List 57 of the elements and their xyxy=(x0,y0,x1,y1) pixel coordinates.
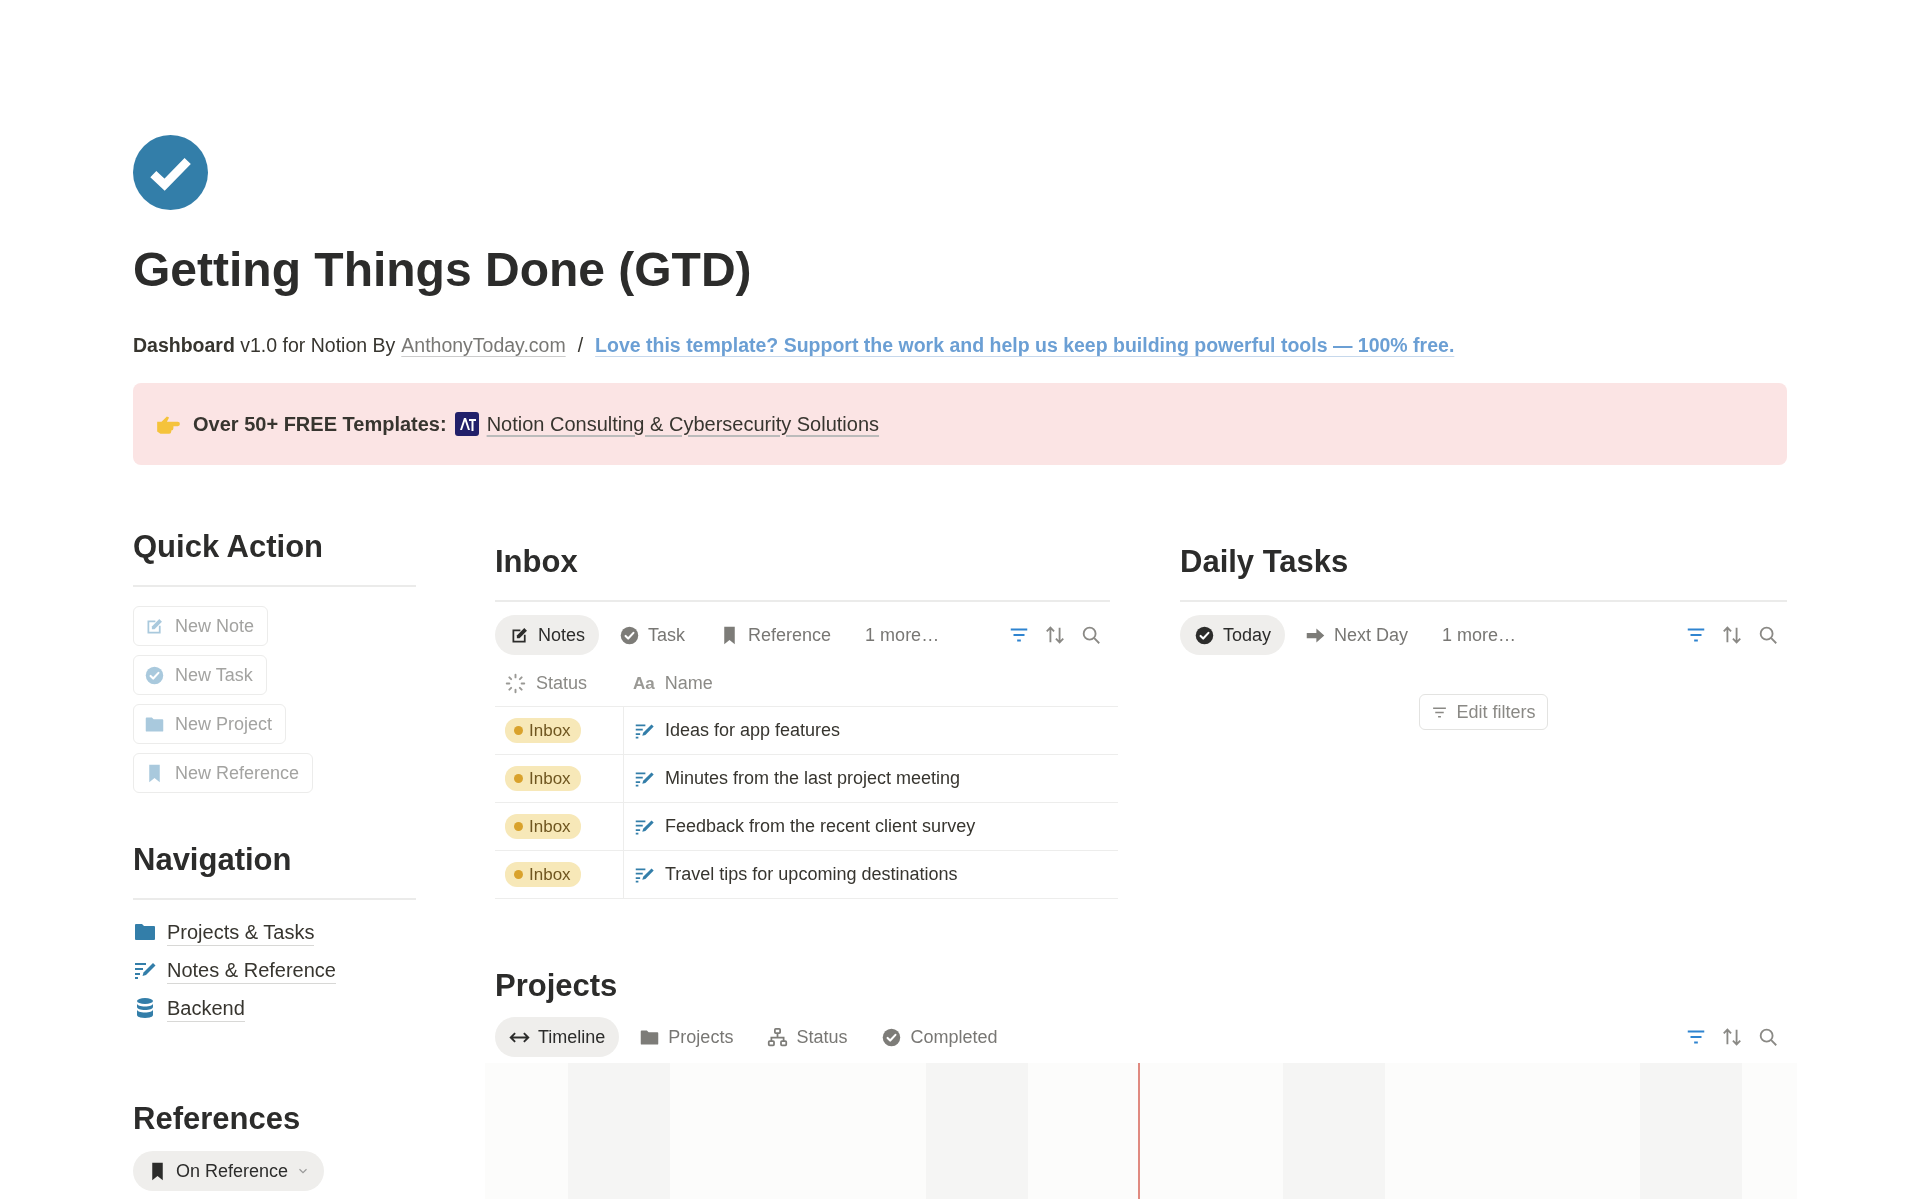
check-circle-icon xyxy=(144,664,165,686)
edit-filters-button[interactable]: Edit filters xyxy=(1419,694,1548,730)
more-views-button[interactable]: 1 more… xyxy=(851,615,954,655)
view-dropdown[interactable]: On Reference xyxy=(133,1151,325,1191)
status-tag: Inbox xyxy=(505,766,581,791)
sort-icon[interactable] xyxy=(1044,624,1066,646)
view-tab[interactable]: Completed xyxy=(867,1017,1012,1057)
support-link[interactable]: Love this template? Support the work and help us keep building powerful tools — 100% free. xyxy=(595,331,1455,359)
view-tab[interactable]: Reference xyxy=(705,615,846,655)
column-header[interactable]: Status xyxy=(536,673,588,694)
section-heading: Quick Action xyxy=(133,529,325,565)
view-tab[interactable]: Timeline xyxy=(495,1017,620,1057)
section-heading: Projects xyxy=(495,968,619,1004)
status-tag: Inbox xyxy=(505,718,581,743)
check-circle-icon xyxy=(619,624,641,646)
section-heading: References xyxy=(133,1101,302,1137)
search-icon[interactable] xyxy=(1757,1026,1779,1048)
check-circle-icon xyxy=(1194,624,1215,646)
subtitle-text: Dashboard v1.0 for Notion By xyxy=(133,333,396,358)
view-tab[interactable]: Notes xyxy=(495,615,600,655)
navigation-link[interactable]: Notes & Reference xyxy=(167,956,336,984)
text-type-icon: Aa xyxy=(633,673,655,694)
view-tab[interactable]: Today xyxy=(1180,615,1286,655)
search-icon[interactable] xyxy=(1757,624,1779,646)
navigation-link[interactable]: Backend xyxy=(167,994,245,1022)
section-heading: Navigation xyxy=(133,842,293,878)
sort-icon[interactable] xyxy=(1721,624,1743,646)
separator: / xyxy=(576,333,585,358)
view-tab[interactable]: Status xyxy=(753,1017,862,1057)
author-link[interactable]: AnthonyToday.com xyxy=(401,331,566,359)
table-cell[interactable]: Feedback from the recent client survey xyxy=(665,816,976,837)
callout-link[interactable]: Notion Consulting & Cybersecurity Solutions xyxy=(486,412,880,436)
hierarchy-icon xyxy=(767,1026,789,1048)
status-tag: Inbox xyxy=(505,862,581,887)
section-heading: Inbox xyxy=(495,544,579,580)
table-cell[interactable]: Minutes from the last project meeting xyxy=(665,768,961,789)
view-tab[interactable]: Next Day xyxy=(1291,615,1423,655)
callout-label: Over 50+ FREE Templates: xyxy=(193,412,447,436)
logo-icon xyxy=(454,412,479,436)
sort-icon[interactable] xyxy=(1721,1026,1743,1048)
table-cell[interactable]: Ideas for app features xyxy=(665,720,841,741)
quick-action-button[interactable]: New Note xyxy=(133,606,269,646)
table-cell[interactable]: Travel tips for upcoming destinations xyxy=(665,864,958,885)
quick-action-button[interactable]: New Task xyxy=(133,655,267,695)
status-tag: Inbox xyxy=(505,814,581,839)
page-title: Getting Things Done (GTD) xyxy=(133,242,753,298)
navigation-link[interactable]: Projects & Tasks xyxy=(167,918,315,946)
quick-action-button[interactable]: New Project xyxy=(133,704,287,744)
check-circle-icon xyxy=(881,1026,903,1048)
view-tab[interactable]: Task xyxy=(605,615,700,655)
quick-action-button[interactable]: New Reference xyxy=(133,753,314,793)
more-views-button[interactable]: 1 more… xyxy=(1428,615,1531,655)
column-header[interactable]: Name xyxy=(664,673,713,694)
search-icon[interactable] xyxy=(1080,624,1102,646)
status-icon xyxy=(505,673,526,694)
section-heading: Daily Tasks xyxy=(1180,544,1350,580)
view-tab[interactable]: Projects xyxy=(625,1017,748,1057)
